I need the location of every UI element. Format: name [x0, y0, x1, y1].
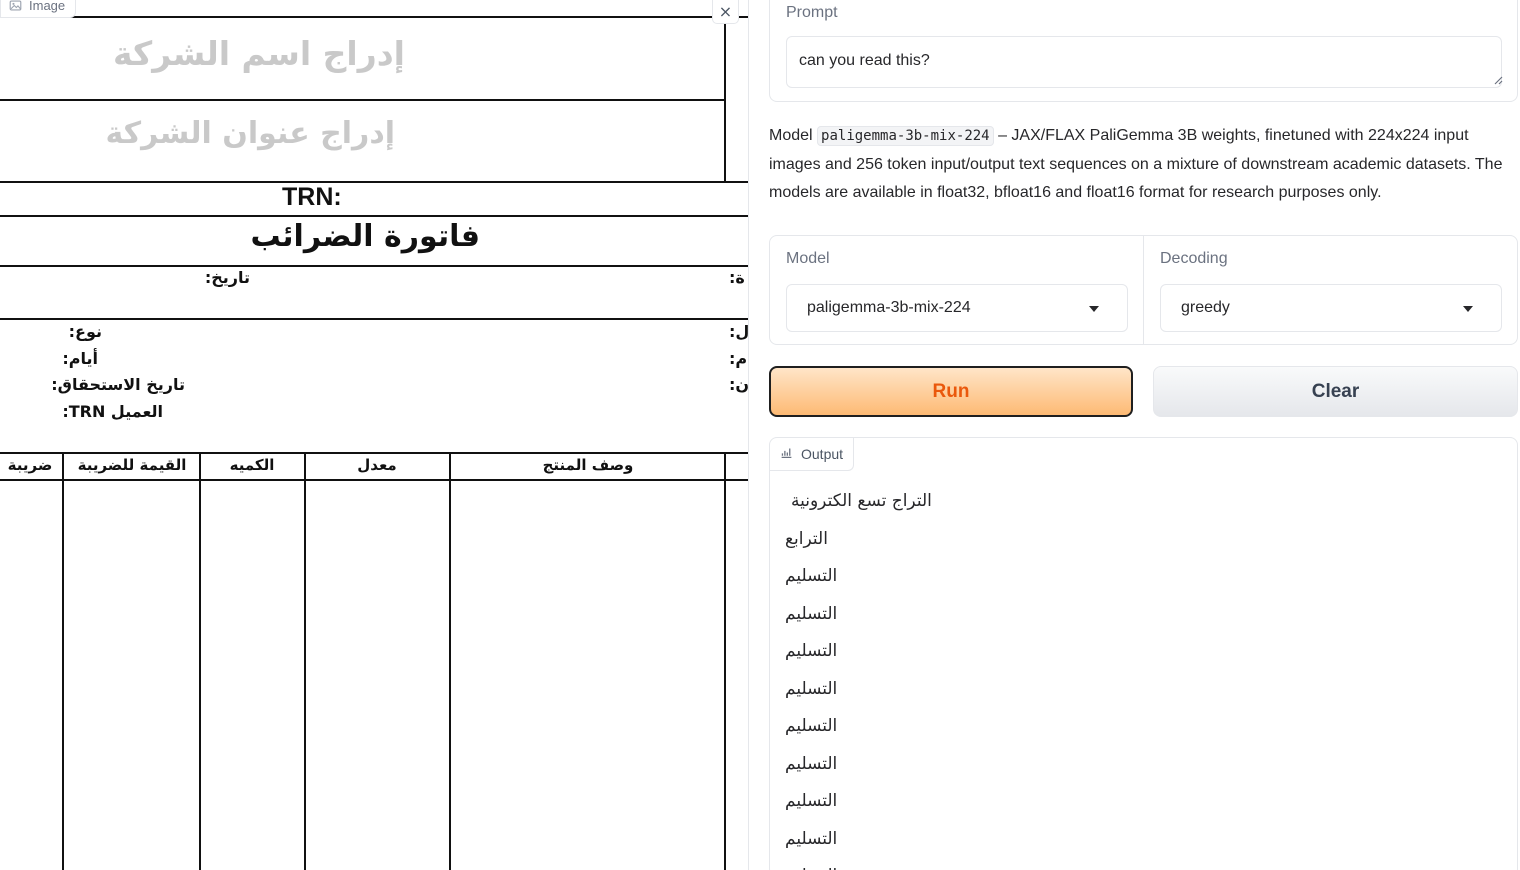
trn-label: TRN: — [282, 183, 342, 211]
run-button[interactable]: Run — [769, 366, 1133, 417]
prompt-label: Prompt — [786, 4, 838, 21]
edge-label-4: :ن — [729, 375, 749, 394]
type-label: نوع: — [68, 322, 102, 341]
chart-icon — [780, 446, 793, 462]
resize-handle-icon[interactable] — [1493, 75, 1503, 85]
image-label: Image — [29, 0, 66, 13]
invoice-title: فاتورة الضرائب — [250, 219, 480, 254]
company-address-placeholder: إدراج عنوان الشركة — [105, 116, 395, 151]
output-line: التسليم — [785, 861, 1505, 870]
output-line: التسليم — [785, 753, 838, 774]
output-line: التسليم — [785, 678, 838, 699]
output-line: التسليم — [785, 603, 838, 624]
prompt-textarea[interactable]: can you read this? — [786, 36, 1502, 88]
output-label-tag: Output — [770, 438, 855, 471]
image-panel: Image × إدراج اسم الشركة إدراج عنوان الش… — [0, 0, 749, 870]
decoding-label: Decoding — [1160, 250, 1228, 267]
clear-button[interactable]: Clear — [1153, 366, 1518, 417]
output-text: التراج تسع الكترونية الترابع التسليم الت… — [785, 486, 1505, 870]
settings-divider — [1143, 236, 1144, 344]
image-label-tag: Image — [0, 0, 77, 18]
model-code: paligemma-3b-mix-224 — [817, 126, 994, 146]
output-line: التسليم — [785, 566, 838, 586]
date-label: تاريخ: — [204, 268, 250, 287]
customer-trn-label: العميل TRN: — [62, 402, 163, 421]
output-line: التسليم — [785, 791, 838, 811]
company-name-placeholder: إدراج اسم الشركة — [113, 34, 405, 73]
model-desc-prefix: Model — [769, 127, 813, 144]
due-date-label: تاريخ الاستحقاق: — [51, 375, 185, 394]
model-description: Model paligemma-3b-mix-224 – JAX/FLAX Pa… — [769, 122, 1509, 208]
days-label: أيام: — [62, 349, 98, 368]
output-line: التراج تسع الكترونية — [791, 491, 932, 511]
decoding-dropdown[interactable]: greedy — [1160, 284, 1502, 332]
edge-label-1: :ة — [729, 268, 745, 287]
model-label: Model — [786, 250, 830, 267]
column-header: الكميه — [229, 456, 275, 474]
column-header: وصف المنتج — [542, 456, 634, 474]
edge-label-3: :م — [729, 349, 748, 368]
decoding-dropdown-value: greedy — [1181, 299, 1230, 316]
output-line: التسليم — [785, 641, 838, 661]
edge-label-2: :ل — [729, 322, 749, 341]
output-label: Output — [801, 446, 844, 462]
close-icon[interactable]: × — [712, 0, 739, 24]
prompt-block: Prompt can you read this? — [769, 0, 1518, 102]
output-line: الترابع — [785, 528, 828, 549]
column-header: القيمة للضريبة — [77, 456, 187, 474]
output-line: التسليم — [785, 828, 838, 849]
output-line: التسليم — [785, 716, 838, 736]
output-block: Output التراج تسع الكترونية الترابع التس… — [769, 437, 1518, 870]
image-icon — [9, 0, 22, 12]
column-header: معدل — [357, 456, 397, 474]
model-dropdown-value: paligemma-3b-mix-224 — [807, 299, 971, 316]
caret-down-icon — [1089, 306, 1099, 312]
settings-row: Model paligemma-3b-mix-224 Decoding gree… — [769, 235, 1518, 345]
model-dropdown[interactable]: paligemma-3b-mix-224 — [786, 284, 1128, 332]
caret-down-icon — [1463, 306, 1473, 312]
